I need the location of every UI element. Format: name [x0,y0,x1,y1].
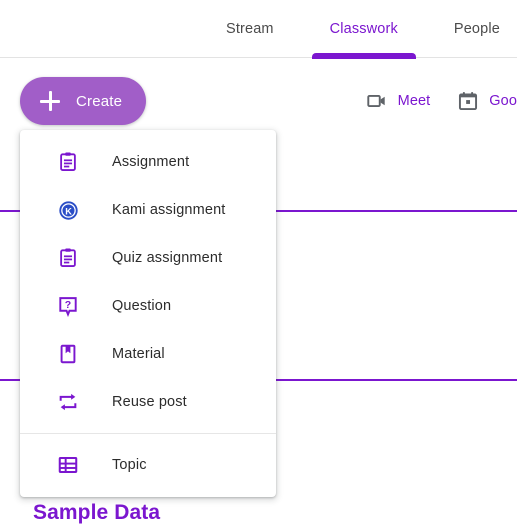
tab-classwork[interactable]: Classwork [302,0,426,59]
menu-item-material-label: Material [112,346,165,362]
tab-bar: Stream Classwork People [0,0,517,59]
svg-text:?: ? [65,299,71,311]
menu-item-quiz-assignment-label: Quiz assignment [112,250,223,266]
menu-item-question-label: Question [112,298,172,314]
menu-divider [20,433,276,434]
tab-people[interactable]: People [426,0,517,57]
plus-icon [40,91,60,111]
clipboard-icon [56,246,80,270]
menu-item-kami-assignment-label: Kami assignment [112,202,226,218]
menu-item-material[interactable]: Material [20,330,276,378]
list-table-icon [56,453,80,477]
menu-item-quiz-assignment[interactable]: Quiz assignment [20,234,276,282]
tab-stream[interactable]: Stream [198,0,302,57]
menu-item-kami-assignment[interactable]: K Kami assignment [20,186,276,234]
tab-classwork-label: Classwork [329,20,398,37]
classwork-action-row: Create Meet Goo [0,58,517,126]
quick-links: Meet Goo [365,77,517,125]
meet-link-label: Meet [397,93,431,109]
question-bubble-icon: ? [56,294,80,318]
menu-item-topic[interactable]: Topic [20,441,276,489]
menu-item-reuse-post[interactable]: Reuse post [20,378,276,426]
tab-stream-label: Stream [226,20,274,37]
menu-bottom-padding [20,489,276,497]
meet-link[interactable]: Meet [365,89,431,113]
kami-logo-icon: K [56,198,80,222]
create-dropdown-menu: Assignment K Kami assignment Quiz assign… [20,130,276,497]
google-calendar-link[interactable]: Goo [456,89,517,113]
tab-people-label: People [453,20,500,37]
video-camera-icon [365,89,389,113]
menu-item-reuse-post-label: Reuse post [112,394,187,410]
clipboard-icon [56,150,80,174]
page-heading: Sample Data [33,501,161,524]
menu-item-question[interactable]: ? Question [20,282,276,330]
menu-item-assignment-label: Assignment [112,154,190,170]
menu-item-assignment[interactable]: Assignment [20,138,276,186]
book-icon [56,342,80,366]
swap-arrows-icon [56,390,80,414]
calendar-icon [456,89,480,113]
menu-item-topic-label: Topic [112,457,147,473]
svg-text:K: K [65,206,72,216]
tab-list: Stream Classwork People [198,0,517,59]
google-calendar-link-label: Goo [489,93,517,109]
create-button-label: Create [76,92,123,110]
create-button[interactable]: Create [20,77,147,125]
